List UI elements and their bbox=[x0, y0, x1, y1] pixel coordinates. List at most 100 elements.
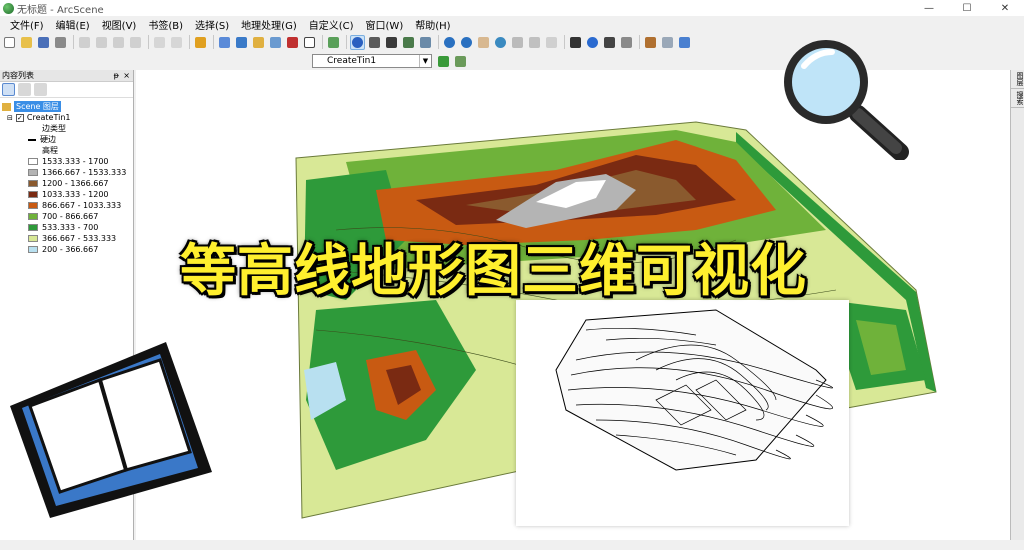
layer-select[interactable]: CreateTin1 ▼ bbox=[312, 54, 432, 68]
legend-swatch bbox=[28, 202, 38, 209]
catalog-button[interactable] bbox=[251, 35, 266, 50]
legend-label: 1533.333 - 1700 bbox=[42, 157, 109, 166]
scene-layers-node[interactable]: Scene 图层 bbox=[2, 101, 133, 112]
pin-icon[interactable]: ᵽ bbox=[114, 71, 119, 80]
menu-bookmarks[interactable]: 书签(B) bbox=[142, 17, 189, 32]
select-features-button[interactable] bbox=[527, 35, 542, 50]
close-icon[interactable]: ✕ bbox=[986, 0, 1024, 16]
model-builder-icon bbox=[328, 36, 339, 48]
legend-label: 533.333 - 700 bbox=[42, 223, 99, 232]
list-by-source-icon[interactable] bbox=[18, 83, 31, 96]
legend-swatch bbox=[28, 224, 38, 231]
legend-label: 866.667 - 1033.333 bbox=[42, 201, 122, 210]
legend-swatch bbox=[28, 213, 38, 220]
identify-button[interactable] bbox=[585, 35, 600, 50]
zoom-in-icon bbox=[444, 36, 455, 48]
full-extent-button[interactable] bbox=[493, 35, 508, 50]
3d-effects-button[interactable] bbox=[677, 35, 692, 50]
legend-swatch bbox=[28, 191, 38, 198]
globe-icon bbox=[495, 36, 506, 48]
menu-file[interactable]: 文件(F) bbox=[4, 17, 50, 32]
paste-icon bbox=[113, 36, 124, 48]
menu-windows[interactable]: 窗口(W) bbox=[360, 17, 410, 32]
contour-line-preview bbox=[516, 300, 849, 526]
center-on-target-button[interactable] bbox=[384, 35, 399, 50]
dock-tab-search[interactable]: 搜索 bbox=[1011, 89, 1024, 108]
swipe-button[interactable] bbox=[660, 35, 675, 50]
edge-type-heading: 边类型 bbox=[2, 123, 133, 134]
search-window-button[interactable] bbox=[268, 35, 283, 50]
zoom-to-target-icon bbox=[403, 36, 414, 48]
list-by-drawing-order-icon[interactable] bbox=[2, 83, 15, 96]
toolbox-icon bbox=[287, 36, 298, 48]
copy-button[interactable] bbox=[94, 35, 109, 50]
navigate-tool-button[interactable] bbox=[350, 34, 365, 50]
chevron-down-icon[interactable]: ▼ bbox=[419, 55, 431, 67]
zoom-in-button[interactable] bbox=[442, 35, 457, 50]
model-builder-button[interactable] bbox=[326, 35, 341, 50]
print-button[interactable] bbox=[53, 35, 68, 50]
legend-label: 1200 - 1366.667 bbox=[42, 179, 109, 188]
measure-button[interactable] bbox=[619, 35, 634, 50]
swipe-icon bbox=[662, 36, 673, 48]
menu-help[interactable]: 帮助(H) bbox=[409, 17, 456, 32]
toc-toggle-button[interactable] bbox=[234, 35, 249, 50]
delete-button[interactable] bbox=[128, 35, 143, 50]
set-observer-button[interactable] bbox=[418, 35, 433, 50]
open-button[interactable] bbox=[19, 35, 34, 50]
find-button[interactable] bbox=[602, 35, 617, 50]
legend-item: 533.333 - 700 bbox=[2, 222, 133, 233]
zoom-to-target-button[interactable] bbox=[401, 35, 416, 50]
clear-selection-button[interactable] bbox=[544, 35, 559, 50]
menu-selection[interactable]: 选择(S) bbox=[189, 17, 235, 32]
list-by-visibility-icon[interactable] bbox=[34, 83, 47, 96]
full-extent-dropdown[interactable] bbox=[510, 35, 525, 50]
collapse-icon[interactable]: ⊟ bbox=[7, 114, 13, 122]
line-of-sight-button[interactable] bbox=[453, 54, 468, 69]
search-window-icon bbox=[270, 36, 281, 48]
fly-icon bbox=[369, 36, 380, 48]
identify-icon bbox=[587, 36, 598, 48]
minimize-icon[interactable]: — bbox=[910, 0, 948, 16]
redo-icon bbox=[171, 36, 182, 48]
fly-tool-button[interactable] bbox=[367, 35, 382, 50]
maximize-icon[interactable]: ☐ bbox=[948, 0, 986, 16]
menu-edit[interactable]: 编辑(E) bbox=[50, 17, 96, 32]
menu-view[interactable]: 视图(V) bbox=[96, 17, 143, 32]
hard-edge-symbol bbox=[28, 138, 36, 141]
legend-label: 1033.333 - 1200 bbox=[42, 190, 109, 199]
navigate-icon bbox=[352, 36, 363, 48]
legend-swatch bbox=[28, 246, 38, 253]
zoom-out-button[interactable] bbox=[459, 35, 474, 50]
zoom-out-icon bbox=[461, 36, 472, 48]
select-elements-button[interactable] bbox=[568, 35, 583, 50]
new-document-button[interactable] bbox=[2, 35, 17, 50]
arcscene-window: 无标题 - ArcScene — ☐ ✕ 文件(F) 编辑(E) 视图(V) 书… bbox=[0, 0, 1024, 550]
menu-bar: 文件(F) 编辑(E) 视图(V) 书签(B) 选择(S) 地理处理(G) 自定… bbox=[0, 16, 1024, 32]
layer-visibility-checkbox[interactable]: ✓ bbox=[15, 113, 24, 122]
cube-icon bbox=[679, 36, 690, 48]
pan-button[interactable] bbox=[476, 35, 491, 50]
redo-button[interactable] bbox=[169, 35, 184, 50]
paste-button[interactable] bbox=[111, 35, 126, 50]
3d-analyst-toolbar: CreateTin1 ▼ bbox=[312, 52, 470, 70]
legend-item: 200 - 366.667 bbox=[2, 244, 133, 255]
toolbar-separator bbox=[639, 35, 640, 49]
add-data-button[interactable] bbox=[193, 35, 208, 50]
clear-selection-icon bbox=[546, 36, 557, 48]
menu-geoprocessing[interactable]: 地理处理(G) bbox=[235, 17, 303, 32]
cut-button[interactable] bbox=[77, 35, 92, 50]
scene-properties-button[interactable] bbox=[217, 35, 232, 50]
menu-customize[interactable]: 自定义(C) bbox=[303, 17, 360, 32]
interpolate-line-button[interactable] bbox=[436, 54, 451, 69]
toolbar-separator bbox=[213, 35, 214, 49]
dock-tab-layers[interactable]: 图层 bbox=[1011, 70, 1024, 89]
window-title: 无标题 - ArcScene bbox=[17, 4, 104, 16]
python-window-button[interactable] bbox=[302, 35, 317, 50]
animation-button[interactable] bbox=[643, 35, 658, 50]
close-icon[interactable]: × bbox=[123, 71, 130, 80]
arctoolbox-button[interactable] bbox=[285, 35, 300, 50]
undo-button[interactable] bbox=[152, 35, 167, 50]
save-button[interactable] bbox=[36, 35, 51, 50]
layer-createtin1[interactable]: ⊟ ✓ CreateTin1 bbox=[2, 112, 133, 123]
